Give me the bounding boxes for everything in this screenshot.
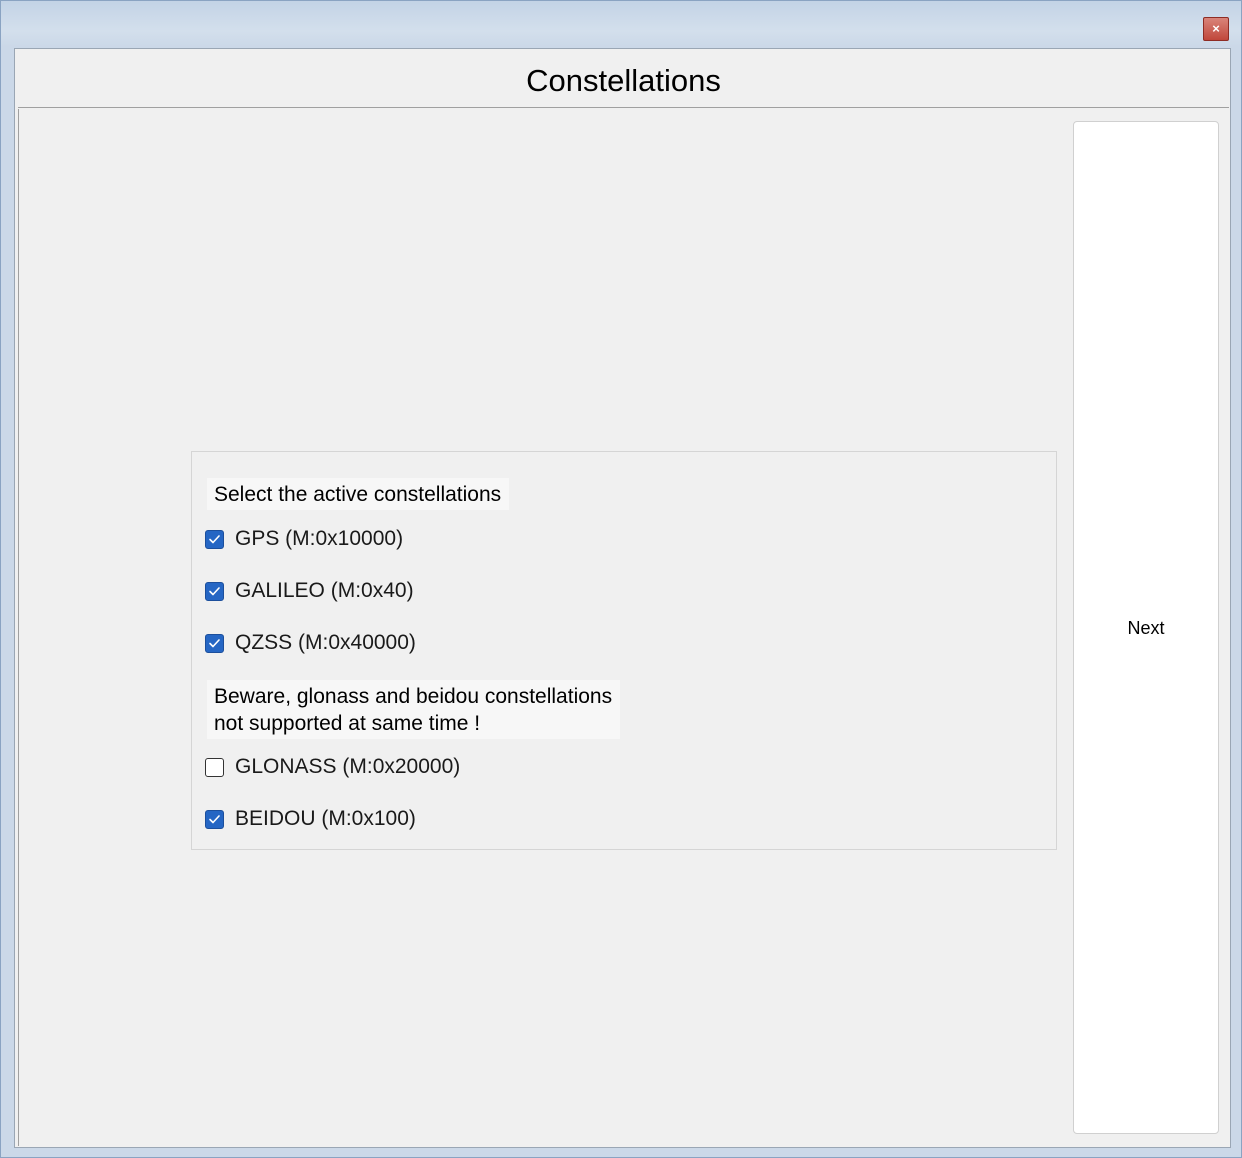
checkbox-box[interactable]	[205, 633, 224, 653]
checkbox-box[interactable]	[205, 529, 224, 549]
warning-label: Beware, glonass and beidou constellation…	[207, 680, 621, 739]
dialog-window: × Constellations Select the active const…	[0, 0, 1242, 1158]
checkmark-icon	[209, 586, 220, 595]
checkbox-box[interactable]	[205, 581, 224, 601]
next-button-label: Next	[1127, 618, 1165, 638]
dialog-client-area: Constellations Select the active constel…	[14, 48, 1231, 1148]
checkbox-galileo[interactable]: GALILEO (M:0x40)	[205, 578, 414, 604]
checkbox-gps[interactable]: GPS (M:0x10000)	[205, 526, 403, 552]
checkbox-label: GALILEO (M:0x40)	[235, 579, 414, 602]
checkbox-box[interactable]	[205, 757, 224, 777]
checkbox-qzss[interactable]: QZSS (M:0x40000)	[205, 630, 416, 656]
checkbox-label: GPS (M:0x10000)	[235, 527, 404, 550]
intro-label: Select the active constellations	[207, 478, 510, 510]
checkbox-box[interactable]	[205, 809, 224, 829]
content-area: Select the active constellations GPS (M:…	[18, 109, 1229, 1146]
checkmark-icon	[209, 534, 220, 543]
checkbox-beidou[interactable]: BEIDOU (M:0x100)	[205, 806, 416, 832]
page-header: Constellations	[18, 51, 1229, 108]
checkbox-label: GLONASS (M:0x20000)	[235, 755, 461, 778]
close-icon: ×	[1212, 21, 1220, 36]
checkmark-icon	[209, 638, 220, 647]
warning-line-2: not supported at same time !	[214, 712, 481, 735]
next-button[interactable]: Next	[1073, 121, 1219, 1134]
constellation-group: Select the active constellations GPS (M:…	[191, 451, 1057, 850]
checkbox-label: QZSS (M:0x40000)	[235, 631, 416, 654]
checkmark-icon	[209, 814, 220, 823]
checkbox-glonass[interactable]: GLONASS (M:0x20000)	[205, 754, 460, 780]
checkbox-label: BEIDOU (M:0x100)	[235, 807, 416, 830]
page-title: Constellations	[526, 63, 721, 98]
close-button[interactable]: ×	[1203, 17, 1229, 41]
warning-line-1: Beware, glonass and beidou constellation…	[214, 685, 613, 708]
